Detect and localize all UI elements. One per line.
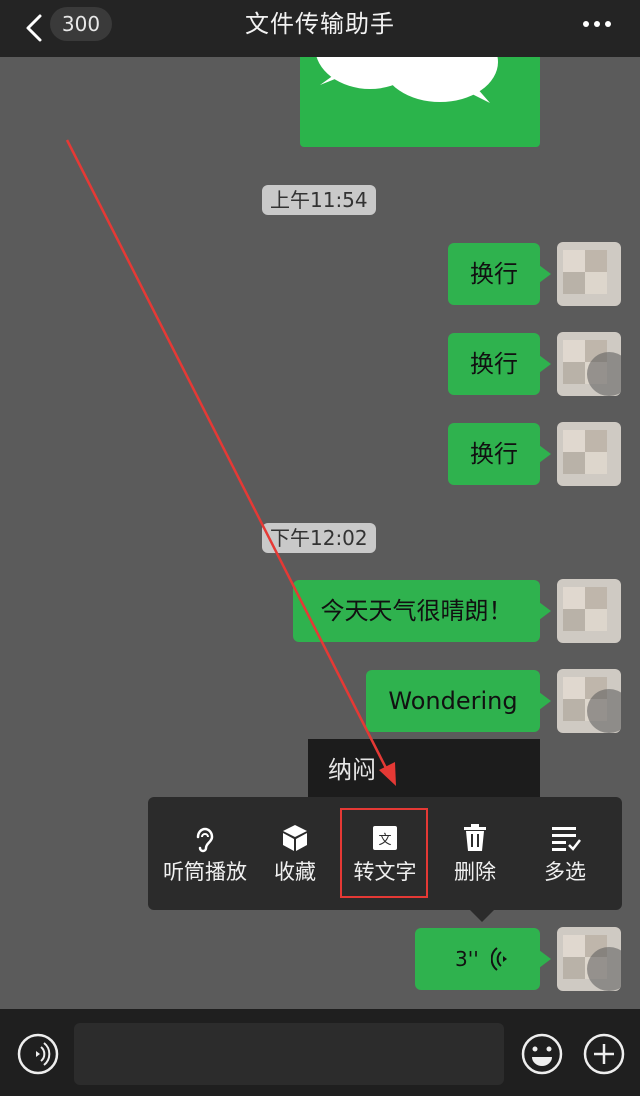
text-message[interactable]: 换行 <box>448 423 551 485</box>
voice-message[interactable]: 3'' <box>415 928 551 990</box>
menu-item-label: 听筒播放 <box>163 860 247 884</box>
voice-wave-icon <box>491 947 507 971</box>
menu-item-multi-select[interactable]: 多选 <box>520 797 610 910</box>
menu-item-label: 删除 <box>454 860 496 884</box>
avatar[interactable] <box>557 579 621 643</box>
wechat-logo-icon <box>316 57 498 103</box>
text-message[interactable]: 换行 <box>448 333 551 395</box>
ear-icon <box>196 827 214 853</box>
menu-item-label: 收藏 <box>274 860 316 884</box>
message-input[interactable] <box>74 1023 504 1085</box>
translation-tooltip: 纳闷 <box>308 739 540 797</box>
timestamp: 上午11:54 <box>262 185 376 215</box>
highlight-box <box>340 808 428 898</box>
top-bar: 300 文件传输助手 <box>0 0 640 57</box>
input-bar <box>0 1009 640 1096</box>
menu-item-favorite[interactable]: 收藏 <box>250 797 340 910</box>
image-message[interactable] <box>300 57 540 147</box>
more-options-icon[interactable] <box>582 12 612 36</box>
cube-icon <box>283 825 307 851</box>
multi-select-icon <box>552 827 581 851</box>
avatar[interactable] <box>557 332 621 396</box>
text-message[interactable]: 换行 <box>448 243 551 305</box>
avatar[interactable] <box>557 242 621 306</box>
menu-item-delete[interactable]: 删除 <box>430 797 520 910</box>
emoji-icon[interactable] <box>520 1032 564 1076</box>
chat-area[interactable]: 上午11:54 换行 换行 换行 下午12:02 今天天气很晴朗！ Wonder… <box>0 57 640 1009</box>
timestamp: 下午12:02 <box>262 523 376 553</box>
trash-icon <box>464 824 486 851</box>
chat-title: 文件传输助手 <box>245 10 395 38</box>
text-message[interactable]: Wondering <box>366 670 551 732</box>
voice-duration: 3'' <box>455 947 479 971</box>
avatar[interactable] <box>557 422 621 486</box>
avatar[interactable] <box>557 669 621 733</box>
voice-input-icon[interactable] <box>16 1032 60 1076</box>
menu-item-label: 多选 <box>544 860 586 884</box>
text-message[interactable]: 今天天气很晴朗！ <box>293 580 551 642</box>
menu-item-earpiece[interactable]: 听筒播放 <box>160 797 250 910</box>
plus-icon[interactable] <box>582 1032 626 1076</box>
avatar[interactable] <box>557 927 621 991</box>
